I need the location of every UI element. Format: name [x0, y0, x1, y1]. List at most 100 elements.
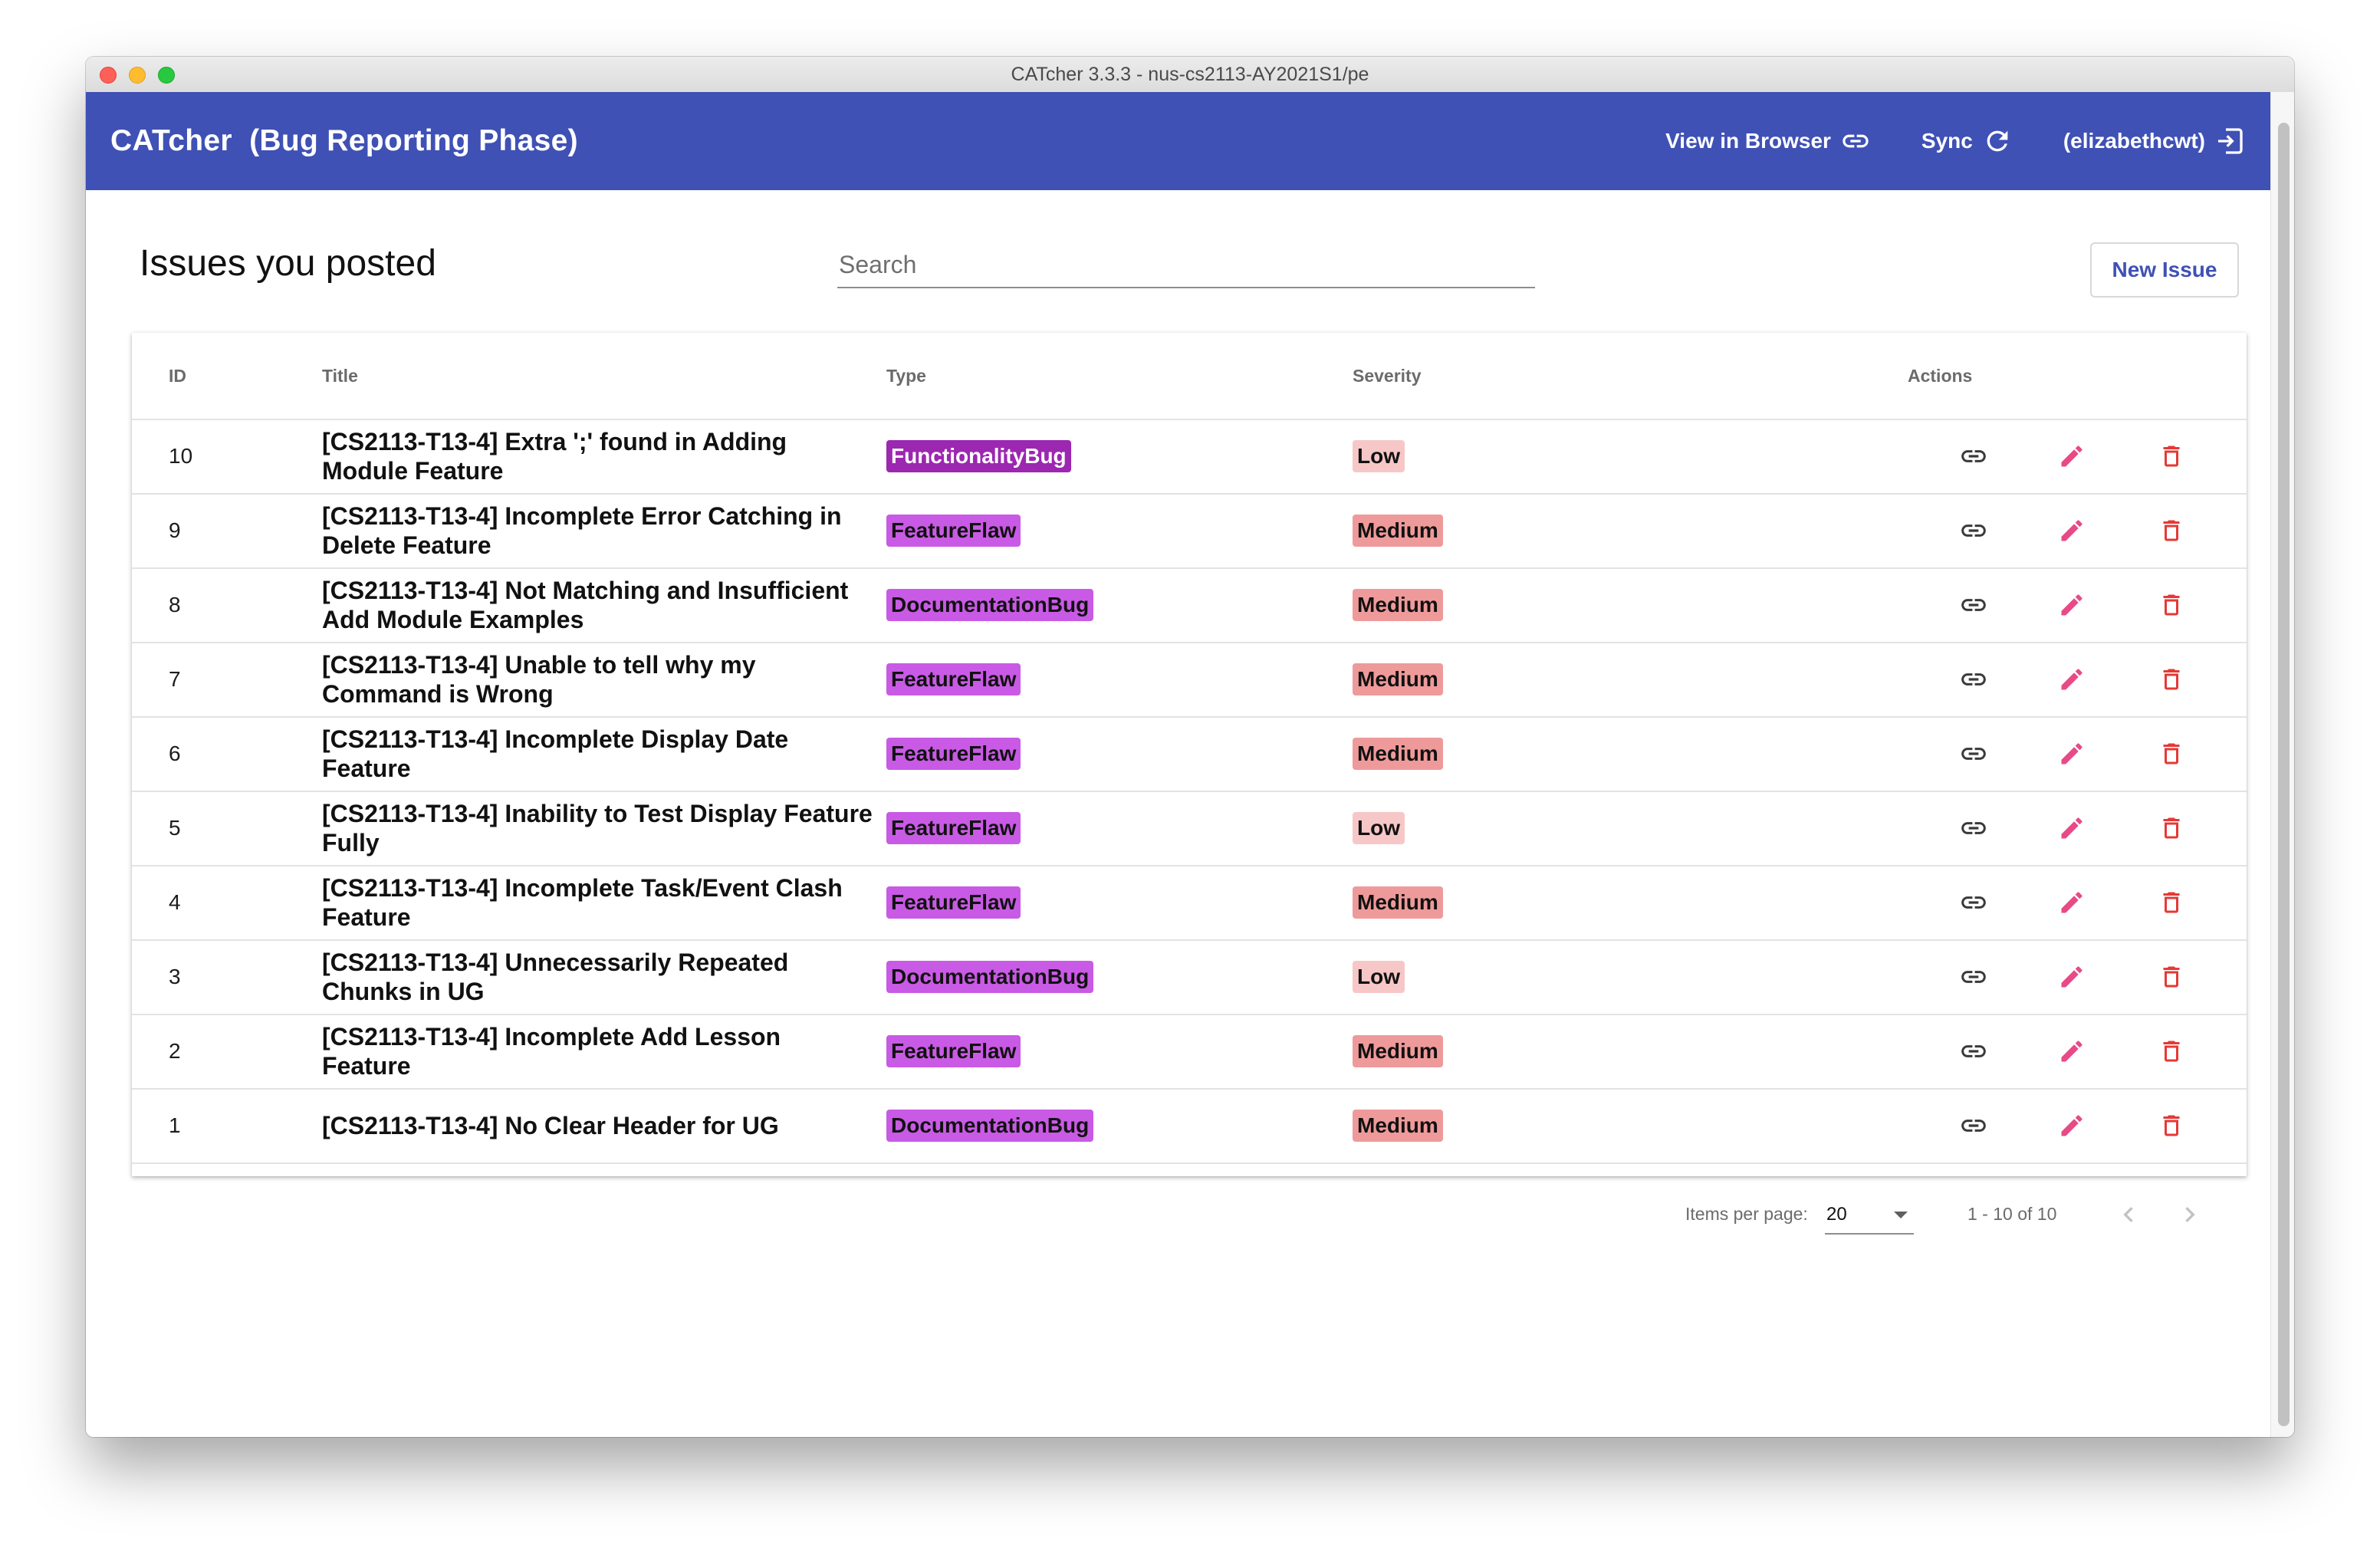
delete-issue-button[interactable] [2148, 939, 2194, 1014]
view-issue-link-button[interactable] [1951, 791, 1997, 865]
sync-button[interactable]: Sync [1921, 126, 2013, 156]
maximize-window-button[interactable] [158, 67, 175, 84]
delete-issue-button[interactable] [2148, 865, 2194, 939]
edit-icon [2061, 519, 2082, 541]
delete-issue-button[interactable] [2148, 493, 2194, 567]
issue-severity-cell: Medium [1353, 642, 1443, 716]
view-issue-link-button[interactable] [1951, 567, 1997, 642]
edit-issue-button[interactable] [2049, 791, 2095, 865]
delete-issue-button[interactable] [2148, 791, 2194, 865]
previous-page-button[interactable] [2113, 1199, 2144, 1230]
link-icon [1961, 1119, 1986, 1132]
delete-issue-button[interactable] [2148, 567, 2194, 642]
issue-title: [CS2113-T13-4] Incomplete Error Catching… [322, 501, 842, 559]
view-issue-link-button[interactable] [1951, 642, 1997, 716]
link-icon [1961, 672, 1986, 686]
dropdown-arrow-icon [1894, 1212, 1908, 1218]
issue-title: [CS2113-T13-4] Incomplete Add Lesson Fea… [322, 1022, 781, 1080]
issue-id: 6 [169, 741, 181, 765]
delete-icon [2163, 1115, 2180, 1136]
table-row[interactable]: 2 [CS2113-T13-4] Incomplete Add Lesson Fe… [132, 1014, 2247, 1090]
issue-title: [CS2113-T13-4] Incomplete Display Date F… [322, 725, 789, 782]
view-issue-link-button[interactable] [1951, 865, 1997, 939]
column-header-severity[interactable]: Severity [1353, 333, 1422, 419]
table-row[interactable]: 3 [CS2113-T13-4] Unnecessarily Repeated C… [132, 939, 2247, 1015]
issue-severity-cell: Medium [1353, 865, 1443, 939]
table-row[interactable]: 10 [CS2113-T13-4] Extra ';' found in Addi… [132, 419, 2247, 495]
view-in-browser-label: View in Browser [1665, 129, 1831, 153]
edit-issue-button[interactable] [2049, 1088, 2095, 1162]
view-in-browser-button[interactable]: View in Browser [1665, 126, 1871, 156]
issue-id: 8 [169, 592, 181, 617]
delete-issue-button[interactable] [2148, 642, 2194, 716]
delete-issue-button[interactable] [2148, 419, 2194, 493]
issue-severity-badge: Medium [1353, 1109, 1443, 1142]
app-window: CATcher 3.3.3 - nus-cs2113-AY2021S1/pe C… [86, 57, 2294, 1437]
issue-id: 1 [169, 1113, 181, 1137]
scrollbar-thumb[interactable] [2278, 123, 2290, 1426]
edit-icon [2061, 1040, 2082, 1061]
edit-icon [2061, 594, 2082, 615]
column-header-type[interactable]: Type [886, 333, 926, 419]
edit-issue-button[interactable] [2049, 419, 2095, 493]
issue-title: [CS2113-T13-4] No Clear Header for UG [322, 1111, 779, 1139]
items-per-page-label: Items per page: [1685, 1204, 1808, 1224]
new-issue-button[interactable]: New Issue [2090, 242, 2239, 298]
view-issue-link-button[interactable] [1951, 1088, 1997, 1162]
edit-issue-button[interactable] [2049, 1014, 2095, 1088]
delete-issue-button[interactable] [2148, 1014, 2194, 1088]
delete-icon [2163, 892, 2180, 912]
issue-type-cell: FeatureFlaw [886, 791, 1021, 865]
issue-severity-badge: Medium [1353, 737, 1443, 770]
issue-type-badge: FeatureFlaw [886, 514, 1021, 547]
view-issue-link-button[interactable] [1951, 419, 1997, 493]
link-icon [1961, 1044, 1986, 1057]
issue-type-badge: DocumentationBug [886, 588, 1094, 621]
view-issue-link-button[interactable] [1951, 716, 1997, 791]
issue-type-badge: FeatureFlaw [886, 737, 1021, 770]
table-row[interactable]: 6 [CS2113-T13-4] Incomplete Display Date … [132, 716, 2247, 792]
search-container [837, 242, 1535, 304]
issue-id: 3 [169, 964, 181, 988]
edit-issue-button[interactable] [2049, 567, 2095, 642]
issue-severity-badge: Medium [1353, 663, 1443, 695]
delete-icon [2163, 669, 2180, 689]
edit-issue-button[interactable] [2049, 865, 2095, 939]
table-row[interactable]: 8 [CS2113-T13-4] Not Matching and Insuffi… [132, 567, 2247, 643]
search-input[interactable] [837, 242, 1535, 288]
app-toolbar: CATcher (Bug Reporting Phase) View in Br… [86, 92, 2294, 190]
delete-issue-button[interactable] [2148, 716, 2194, 791]
table-row[interactable]: 9 [CS2113-T13-4] Incomplete Error Catchin… [132, 493, 2247, 569]
edit-icon [2061, 891, 2082, 912]
link-icon [1961, 821, 1986, 834]
items-per-page-select[interactable]: 20 [1825, 1198, 1914, 1235]
close-window-button[interactable] [100, 67, 117, 84]
delete-issue-button[interactable] [2148, 1088, 2194, 1162]
next-page-button[interactable] [2175, 1199, 2205, 1230]
delete-icon [2163, 1041, 2180, 1061]
issue-type-cell: DocumentationBug [886, 567, 1094, 642]
vertical-scrollbar[interactable] [2270, 92, 2294, 1437]
edit-issue-button[interactable] [2049, 939, 2095, 1014]
table-row[interactable]: 7 [CS2113-T13-4] Unable to tell why my Co… [132, 642, 2247, 718]
minimize-window-button[interactable] [129, 67, 146, 84]
table-header: ID Title Type Severity Actions [132, 333, 2247, 420]
column-header-id[interactable]: ID [169, 333, 186, 419]
edit-issue-button[interactable] [2049, 493, 2095, 567]
issue-severity-cell: Low [1353, 791, 1405, 865]
issue-severity-cell: Medium [1353, 1088, 1443, 1162]
view-issue-link-button[interactable] [1951, 1014, 1997, 1088]
edit-issue-button[interactable] [2049, 642, 2095, 716]
issue-type-cell: DocumentationBug [886, 1088, 1094, 1162]
view-issue-link-button[interactable] [1951, 493, 1997, 567]
link-icon [1961, 449, 1986, 462]
table-row[interactable]: 4 [CS2113-T13-4] Incomplete Task/Event Cl… [132, 865, 2247, 941]
issue-title: [CS2113-T13-4] Unable to tell why my Com… [322, 650, 756, 708]
edit-issue-button[interactable] [2049, 716, 2095, 791]
table-row[interactable]: 5 [CS2113-T13-4] Inability to Test Displa… [132, 791, 2247, 866]
logout-button[interactable]: (elizabethcwt) [2063, 126, 2245, 156]
table-row[interactable]: 1 [CS2113-T13-4] No Clear Header for UG Do… [132, 1088, 2247, 1164]
edit-icon [2061, 668, 2082, 689]
view-issue-link-button[interactable] [1951, 939, 1997, 1014]
column-header-title[interactable]: Title [322, 333, 358, 419]
